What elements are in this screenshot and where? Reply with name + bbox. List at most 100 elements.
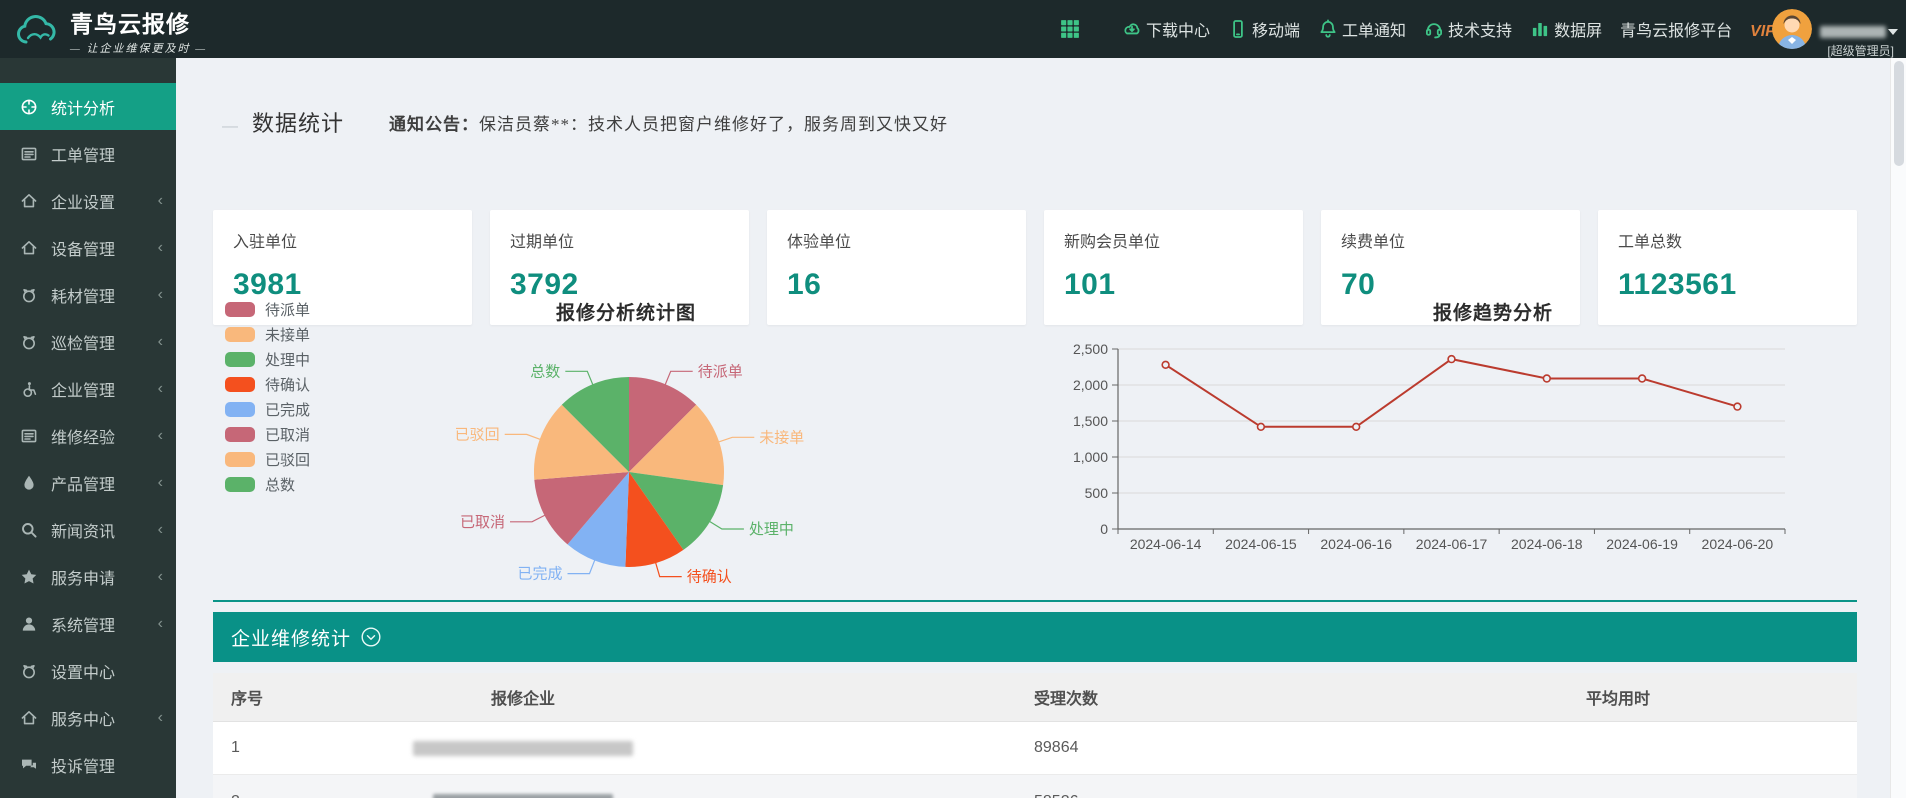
legend-swatch (225, 427, 255, 442)
table-header-序号: 序号 (231, 673, 263, 721)
app-slogan: — 让企业维保更及时 — (70, 40, 207, 56)
sidebar-item-label: 新闻资讯 (51, 518, 115, 542)
nav-item-下载中心[interactable]: 下载中心 (1122, 17, 1210, 41)
username-masked[interactable] (1820, 26, 1886, 38)
table-row[interactable]: 258526 (213, 775, 1857, 798)
octo-icon (20, 286, 38, 304)
legend-item-处理中[interactable]: 处理中 (225, 347, 310, 372)
x-tick-label: 2024-06-18 (1511, 536, 1583, 552)
nav-item-技术支持[interactable]: 技术支持 (1424, 17, 1512, 41)
legend-item-已取消[interactable]: 已取消 (225, 422, 310, 447)
nav-item-青鸟云报修平台[interactable]: 青鸟云报修平台 (1620, 17, 1732, 41)
x-tick-label: 2024-06-14 (1130, 536, 1202, 552)
nav-item-label: 下载中心 (1146, 17, 1210, 41)
table-row[interactable]: 189864 (213, 722, 1857, 775)
chevron-left-icon: ‹ (158, 475, 163, 491)
sidebar-item-耗材管理[interactable]: 耗材管理‹ (0, 271, 176, 318)
data-point[interactable] (1162, 361, 1169, 368)
headset-icon (1424, 19, 1444, 39)
legend-item-已驳回[interactable]: 已驳回 (225, 447, 310, 472)
apps-grid-icon[interactable] (1060, 19, 1080, 39)
sidebar-item-服务中心[interactable]: 服务中心‹ (0, 694, 176, 741)
sidebar-item-label: 设置中心 (51, 659, 115, 683)
legend-item-总数[interactable]: 总数 (225, 472, 310, 497)
data-point[interactable] (1543, 375, 1550, 382)
trend-line[interactable] (1166, 359, 1738, 427)
data-point[interactable] (1639, 375, 1646, 382)
sidebar-item-label: 统计分析 (51, 95, 115, 119)
chevron-left-icon: ‹ (158, 569, 163, 585)
sidebar-item-投诉管理[interactable]: 投诉管理 (0, 741, 176, 788)
stat-card-value: 101 (1064, 268, 1283, 302)
pie-slice-label: 总数 (530, 363, 560, 380)
sidebar-item-label: 设备管理 (51, 236, 115, 260)
sidebar-item-label: 巡检管理 (51, 330, 115, 354)
avatar[interactable] (1772, 9, 1812, 49)
chevron-left-icon: ‹ (158, 287, 163, 303)
nav-item-移动端[interactable]: 移动端 (1228, 17, 1300, 41)
chevron-left-icon: ‹ (158, 334, 163, 350)
table-header-受理次数: 受理次数 (1034, 673, 1098, 721)
caret-down-icon[interactable] (1888, 29, 1898, 35)
navbar-menu: 下载中心移动端工单通知技术支持数据屏青鸟云报修平台VIP版 (1060, 0, 1792, 58)
legend-item-未接单[interactable]: 未接单 (225, 322, 310, 347)
legend-item-待派单[interactable]: 待派单 (225, 297, 310, 322)
data-point[interactable] (1734, 403, 1741, 410)
list-icon (20, 145, 38, 163)
pie-chart[interactable]: 待派单未接单处理中待确认已完成已取消已驳回总数 (349, 302, 909, 642)
title-dash: — (222, 118, 238, 136)
sidebar-item-企业管理[interactable]: 企业管理‹ (0, 365, 176, 412)
data-point[interactable] (1353, 423, 1360, 430)
nav-item-工单通知[interactable]: 工单通知 (1318, 17, 1406, 41)
legend-swatch (225, 452, 255, 467)
chevron-left-icon: ‹ (158, 193, 163, 209)
section-header[interactable]: 企业维修统计 (213, 612, 1857, 662)
line-chart[interactable]: 05001,0001,5002,0002,5002024-06-142024-0… (1048, 335, 1808, 565)
sidebar-item-label: 系统管理 (51, 612, 115, 636)
notice-announcement: 通知公告：保洁员蔡**：技术人员把窗户维修好了，服务周到又快又好 (389, 110, 948, 135)
sidebar-item-新闻资讯[interactable]: 新闻资讯‹ (0, 506, 176, 553)
cloud-logo-icon (14, 11, 60, 51)
sidebar-item-产品管理[interactable]: 产品管理 ‹ (0, 459, 176, 506)
sidebar-item-企业设置[interactable]: 企业设置‹ (0, 177, 176, 224)
bell-icon (1318, 19, 1338, 39)
legend-item-已完成[interactable]: 已完成 (225, 397, 310, 422)
sidebar-item-label: 维修经验 (51, 424, 115, 448)
sidebar-item-维修经验[interactable]: 维修经验‹ (0, 412, 176, 459)
legend-label: 已取消 (265, 424, 310, 445)
stat-card-label: 续费单位 (1341, 228, 1560, 252)
sidebar-item-label: 产品管理 (51, 471, 115, 495)
x-tick-label: 2024-06-20 (1702, 536, 1774, 552)
stat-card-label: 过期单位 (510, 228, 729, 252)
vertical-scrollbar[interactable] (1890, 58, 1906, 798)
sidebar-item-服务申请[interactable]: 服务申请‹ (0, 553, 176, 600)
nav-item-数据屏[interactable]: 数据屏 (1530, 17, 1602, 41)
legend-item-待确认[interactable]: 待确认 (225, 372, 310, 397)
sidebar-item-设置中心[interactable]: 设置中心 (0, 647, 176, 694)
legend-label: 待派单 (265, 299, 310, 320)
sidebar-item-巡检管理[interactable]: 巡检管理 ‹ (0, 318, 176, 365)
circle-chevron-down-icon[interactable] (360, 626, 382, 648)
data-point[interactable] (1258, 423, 1265, 430)
legend-swatch (225, 302, 255, 317)
stat-card-label: 工单总数 (1618, 228, 1837, 252)
data-point[interactable] (1448, 356, 1455, 363)
app-logo[interactable]: 青鸟云报修 — 让企业维保更及时 — (14, 5, 207, 56)
sidebar-item-设备管理[interactable]: 设备管理‹ (0, 224, 176, 271)
stat-card-value: 1123561 (1618, 268, 1837, 302)
home-icon (20, 239, 38, 257)
sidebar-item-工单管理[interactable]: 工单管理 (0, 130, 176, 177)
page-title: 数据统计 (252, 106, 344, 138)
sidebar-item-统计分析[interactable]: 统计分析 (0, 83, 176, 130)
sidebar-item-系统管理[interactable]: 系统管理‹ (0, 600, 176, 647)
notice-text: 保洁员蔡**：技术人员把窗户维修好了，服务周到又快又好 (479, 115, 948, 134)
pie-slice-label: 未接单 (759, 429, 804, 446)
cloud-download-icon (1122, 19, 1142, 39)
home-icon (20, 192, 38, 210)
main-content: — 数据统计 通知公告：保洁员蔡**：技术人员把窗户维修好了，服务周到又快又好 … (176, 58, 1906, 798)
scrollbar-thumb[interactable] (1894, 61, 1904, 166)
x-tick-label: 2024-06-15 (1225, 536, 1297, 552)
pie-slice-label: 待确认 (687, 569, 732, 586)
octo-icon (20, 333, 38, 351)
sidebar: 统计分析工单管理企业设置‹设备管理‹耗材管理‹巡检管理‹企业管理‹维修经验‹产品… (0, 58, 176, 798)
